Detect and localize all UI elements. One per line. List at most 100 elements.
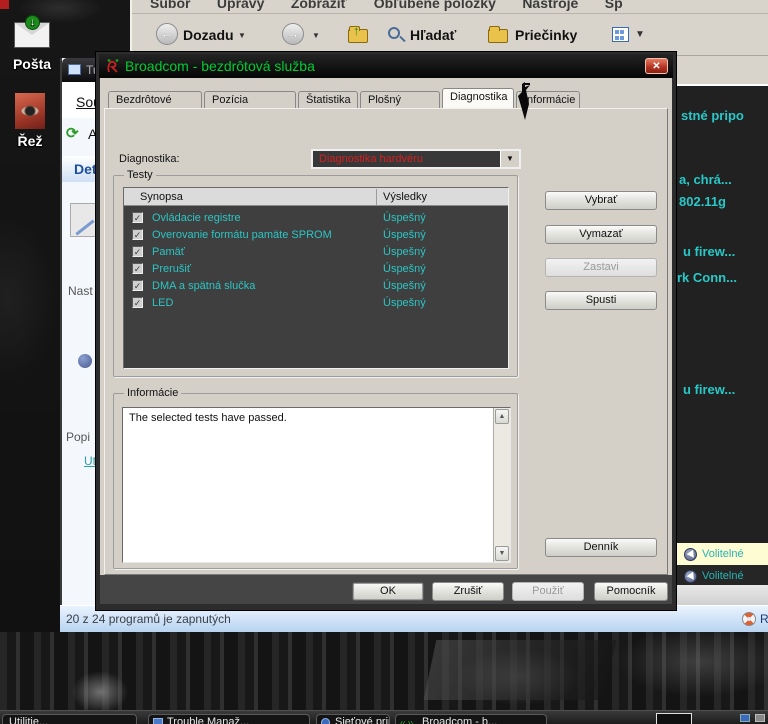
folders-label[interactable]: Priečinky <box>515 27 577 43</box>
menu-help-fragment[interactable]: Sp <box>605 0 623 11</box>
optional-label: Volitelné <box>702 570 744 582</box>
desktop-wallpaper <box>0 632 768 710</box>
cursor-dot-icon <box>684 570 697 583</box>
checkbox-checked-icon[interactable]: ✓ <box>132 297 143 308</box>
tab-diagnostics[interactable]: Diagnostika <box>442 88 514 108</box>
net-text-fragment: 802.11g <box>679 194 726 209</box>
test-result: Úspešný <box>383 263 426 275</box>
broadcom-dialog: Broadcom - bezdrôtová služba ✕ Bezdrôtov… <box>96 52 676 610</box>
menu-edit[interactable]: Úpravy <box>217 0 264 11</box>
forward-button[interactable]: → <box>282 23 304 45</box>
information-textbox[interactable]: The selected tests have passed. ▲ ▼ <box>122 407 511 563</box>
test-row[interactable]: ✓ Ovládacie registre Úspešný <box>124 210 508 227</box>
information-text: The selected tests have passed. <box>129 412 287 424</box>
ok-button[interactable]: OK <box>352 582 424 601</box>
menu-favorites[interactable]: Obľúbené položky <box>374 0 496 11</box>
chevron-down-icon[interactable]: ▼ <box>500 151 519 167</box>
run-button[interactable]: Spusti <box>545 291 657 310</box>
toolbar: ← Dozadu ▼ → ▼ ↑ Hľadať Priečinky ▼ <box>132 15 768 56</box>
information-groupbox: Informácie The selected tests have passe… <box>113 387 518 569</box>
tray-display-icon[interactable] <box>740 714 750 722</box>
taskbar-button-utilities[interactable]: Utilitie... <box>2 714 137 724</box>
clear-button[interactable]: Vymazať <box>545 225 657 244</box>
settings-fragment: Nast <box>68 284 93 298</box>
forward-dropdown-icon[interactable]: ▼ <box>312 31 320 40</box>
refresh-icon[interactable]: ⟳ <box>66 124 79 142</box>
checkbox-checked-icon[interactable]: ✓ <box>132 246 143 257</box>
tray-window-icon[interactable] <box>656 713 692 724</box>
test-name: Overovanie formátu pamäte SPROM <box>152 229 332 241</box>
taskbar-button-broadcom[interactable]: ((·)) Broadcom - b... <box>395 714 547 724</box>
scrollbar[interactable]: ▲ ▼ <box>493 408 510 562</box>
test-row[interactable]: ✓ Prerušiť Úspešný <box>124 261 508 278</box>
search-icon[interactable] <box>388 27 400 39</box>
test-row[interactable]: ✓ Overovanie formátu pamäte SPROM Úspešn… <box>124 227 508 244</box>
test-row[interactable]: ✓ DMA a spätná slučka Úspešný <box>124 278 508 295</box>
mail-icon: ↓ <box>14 15 50 48</box>
diagnostics-dropdown[interactable]: Diagnostika hardvéru ▼ <box>311 149 521 169</box>
tab-wireless-networks[interactable]: Bezdrôtové siete <box>108 91 202 122</box>
help-button[interactable]: Pomocník <box>594 582 668 601</box>
test-result: Úspešný <box>383 229 426 241</box>
cancel-button[interactable]: Zrušiť <box>432 582 504 601</box>
link-fragment[interactable]: Ut <box>84 454 96 468</box>
search-label[interactable]: Hľadať <box>410 27 456 43</box>
folder-up-icon[interactable]: ↑ <box>348 23 368 43</box>
back-dropdown-icon[interactable]: ▼ <box>238 31 246 40</box>
column-synopsis[interactable]: Synopsa <box>140 191 183 203</box>
taskbar: Utilitie... Trouble Manaž... Sieťové pri… <box>0 710 768 724</box>
close-icon: ✕ <box>652 61 661 72</box>
back-button[interactable]: ← <box>156 23 178 45</box>
taskbar-button-label: Sieťové pripojeni... <box>335 716 389 724</box>
checkbox-checked-icon[interactable]: ✓ <box>132 263 143 274</box>
apply-button: Použiť <box>512 582 584 601</box>
scroll-down-icon[interactable]: ▼ <box>495 546 509 561</box>
tab-link-status[interactable]: Pozícia spojenia <box>204 91 296 122</box>
taskbar-button-network-connections[interactable]: Sieťové pripojeni... <box>316 714 390 724</box>
description-fragment: Popi <box>66 430 91 444</box>
broadcom-logo-icon <box>107 59 119 73</box>
test-row[interactable]: ✓ Pamäť Úspešný <box>124 244 508 261</box>
tray-signal-icon[interactable] <box>755 714 765 722</box>
close-button[interactable]: ✕ <box>645 58 668 74</box>
tab-statistics[interactable]: Štatistika <box>298 91 358 108</box>
dialog-body: Bezdrôtové siete Pozícia spojenia Štatis… <box>100 78 672 604</box>
mail-arrow-icon: ↓ <box>25 15 40 30</box>
test-name: Ovládacie registre <box>152 212 241 224</box>
menu-file[interactable]: Súbor <box>150 0 190 11</box>
select-button[interactable]: Vybrať <box>545 191 657 210</box>
taskbar-button-label: Trouble Manaž... <box>167 716 250 724</box>
menu-bar: Súbor Úpravy Zobraziť Obľúbené položky N… <box>132 0 768 14</box>
globe-icon <box>321 718 330 724</box>
custom-cursor <box>518 82 530 120</box>
desktop-icon-mail[interactable]: ↓ Pošta <box>2 15 62 72</box>
help-lifebuoy-icon[interactable] <box>742 612 756 626</box>
checkbox-checked-icon[interactable]: ✓ <box>132 280 143 291</box>
desktop-icon-eye[interactable]: Řež <box>0 93 60 149</box>
test-row[interactable]: ✓ LED Úspešný <box>124 295 508 312</box>
menu-view[interactable]: Zobraziť <box>291 0 348 11</box>
folders-icon[interactable] <box>488 26 508 43</box>
column-results[interactable]: Výsledky <box>383 191 427 203</box>
views-icon[interactable] <box>612 27 629 42</box>
checkbox-checked-icon[interactable]: ✓ <box>132 229 143 240</box>
tests-list-header: Synopsa Výsledky <box>124 188 508 206</box>
column-divider <box>376 189 377 205</box>
note-edit-icon <box>70 203 98 237</box>
back-label[interactable]: Dozadu <box>183 27 234 43</box>
checkbox-checked-icon[interactable]: ✓ <box>132 212 143 223</box>
wireless-icon: ((·)) <box>400 717 413 724</box>
dialog-titlebar[interactable]: Broadcom - bezdrôtová služba ✕ <box>99 54 673 78</box>
test-name: LED <box>152 297 174 309</box>
test-result: Úspešný <box>383 246 426 258</box>
menu-tools[interactable]: Nástroje <box>522 0 578 11</box>
views-dropdown-icon[interactable]: ▼ <box>635 29 645 40</box>
tab-site-monitor[interactable]: Plošný monitor <box>360 91 440 122</box>
tests-list[interactable]: Synopsa Výsledky ✓ Ovládacie registre Ús… <box>123 187 509 369</box>
back-arrow-icon: ← <box>160 26 174 41</box>
test-result: Úspešný <box>383 297 426 309</box>
log-button[interactable]: Denník <box>545 538 657 557</box>
status-text: 20 z 24 programů je zapnutých <box>66 612 231 626</box>
taskbar-button-trouble-manager[interactable]: Trouble Manaž... <box>148 714 310 724</box>
scroll-up-icon[interactable]: ▲ <box>495 409 509 424</box>
